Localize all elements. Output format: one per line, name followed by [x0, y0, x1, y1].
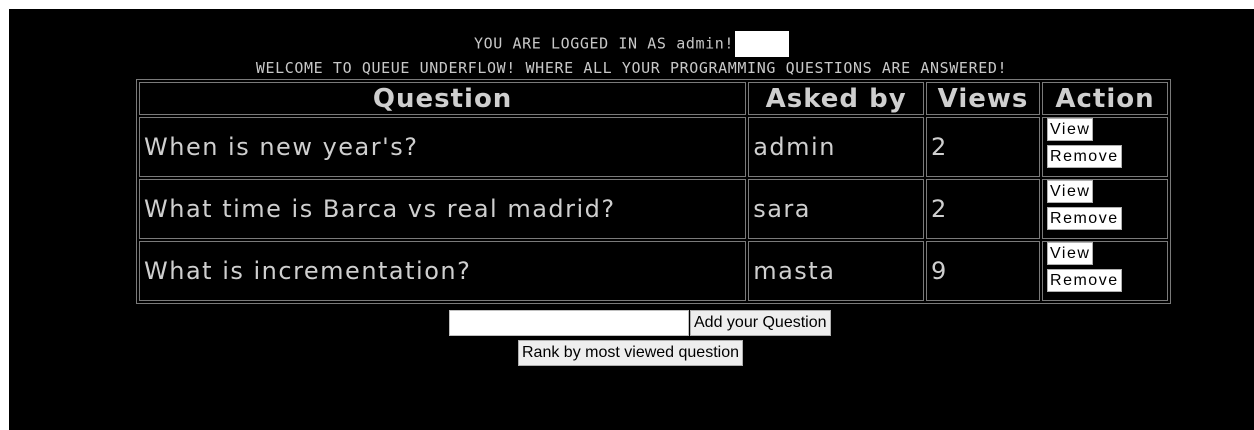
login-status-text: YOU ARE LOGGED IN AS admin!	[473, 34, 734, 53]
question-cell: What time is Barca vs real madrid?	[139, 179, 747, 239]
action-cell: View Remove	[1042, 117, 1168, 177]
question-input[interactable]	[449, 310, 689, 336]
asked-by-cell: sara	[748, 179, 925, 239]
column-header-views: Views	[926, 82, 1041, 115]
table-row: What is incrementation? masta 9 View Rem…	[139, 241, 1168, 301]
question-cell: When is new year's?	[139, 117, 747, 177]
table-header-row: Question Asked by Views Action	[139, 82, 1168, 115]
column-header-asked-by: Asked by	[748, 82, 925, 115]
page-frame: YOU ARE LOGGED IN AS admin! Log out WELCO…	[9, 9, 1254, 430]
table-row: When is new year's? admin 2 View Remove	[139, 117, 1168, 177]
view-button[interactable]: View	[1047, 180, 1094, 203]
view-button[interactable]: View	[1047, 242, 1094, 265]
column-header-question: Question	[139, 82, 747, 115]
views-cell: 2	[926, 179, 1041, 239]
asked-by-cell: masta	[748, 241, 925, 301]
table-row: What time is Barca vs real madrid? sara …	[139, 179, 1168, 239]
views-cell: 2	[926, 117, 1041, 177]
action-cell: View Remove	[1042, 179, 1168, 239]
add-question-button[interactable]: Add your Question	[690, 310, 831, 336]
remove-button[interactable]: Remove	[1047, 269, 1122, 292]
asked-by-cell: admin	[748, 117, 925, 177]
view-button[interactable]: View	[1047, 118, 1094, 141]
login-status-line: YOU ARE LOGGED IN AS admin! Log out	[9, 31, 1254, 57]
column-header-action: Action	[1042, 82, 1168, 115]
views-cell: 9	[926, 241, 1041, 301]
question-cell: What is incrementation?	[139, 241, 747, 301]
questions-table: Question Asked by Views Action When is n…	[136, 79, 1171, 304]
action-cell: View Remove	[1042, 241, 1168, 301]
logout-button[interactable]: Log out	[734, 31, 790, 57]
rank-by-views-button[interactable]: Rank by most viewed question	[518, 340, 743, 366]
remove-button[interactable]: Remove	[1047, 207, 1122, 230]
remove-button[interactable]: Remove	[1047, 145, 1122, 168]
welcome-banner: WELCOME TO QUEUE UNDERFLOW! WHERE ALL YO…	[255, 59, 1008, 77]
